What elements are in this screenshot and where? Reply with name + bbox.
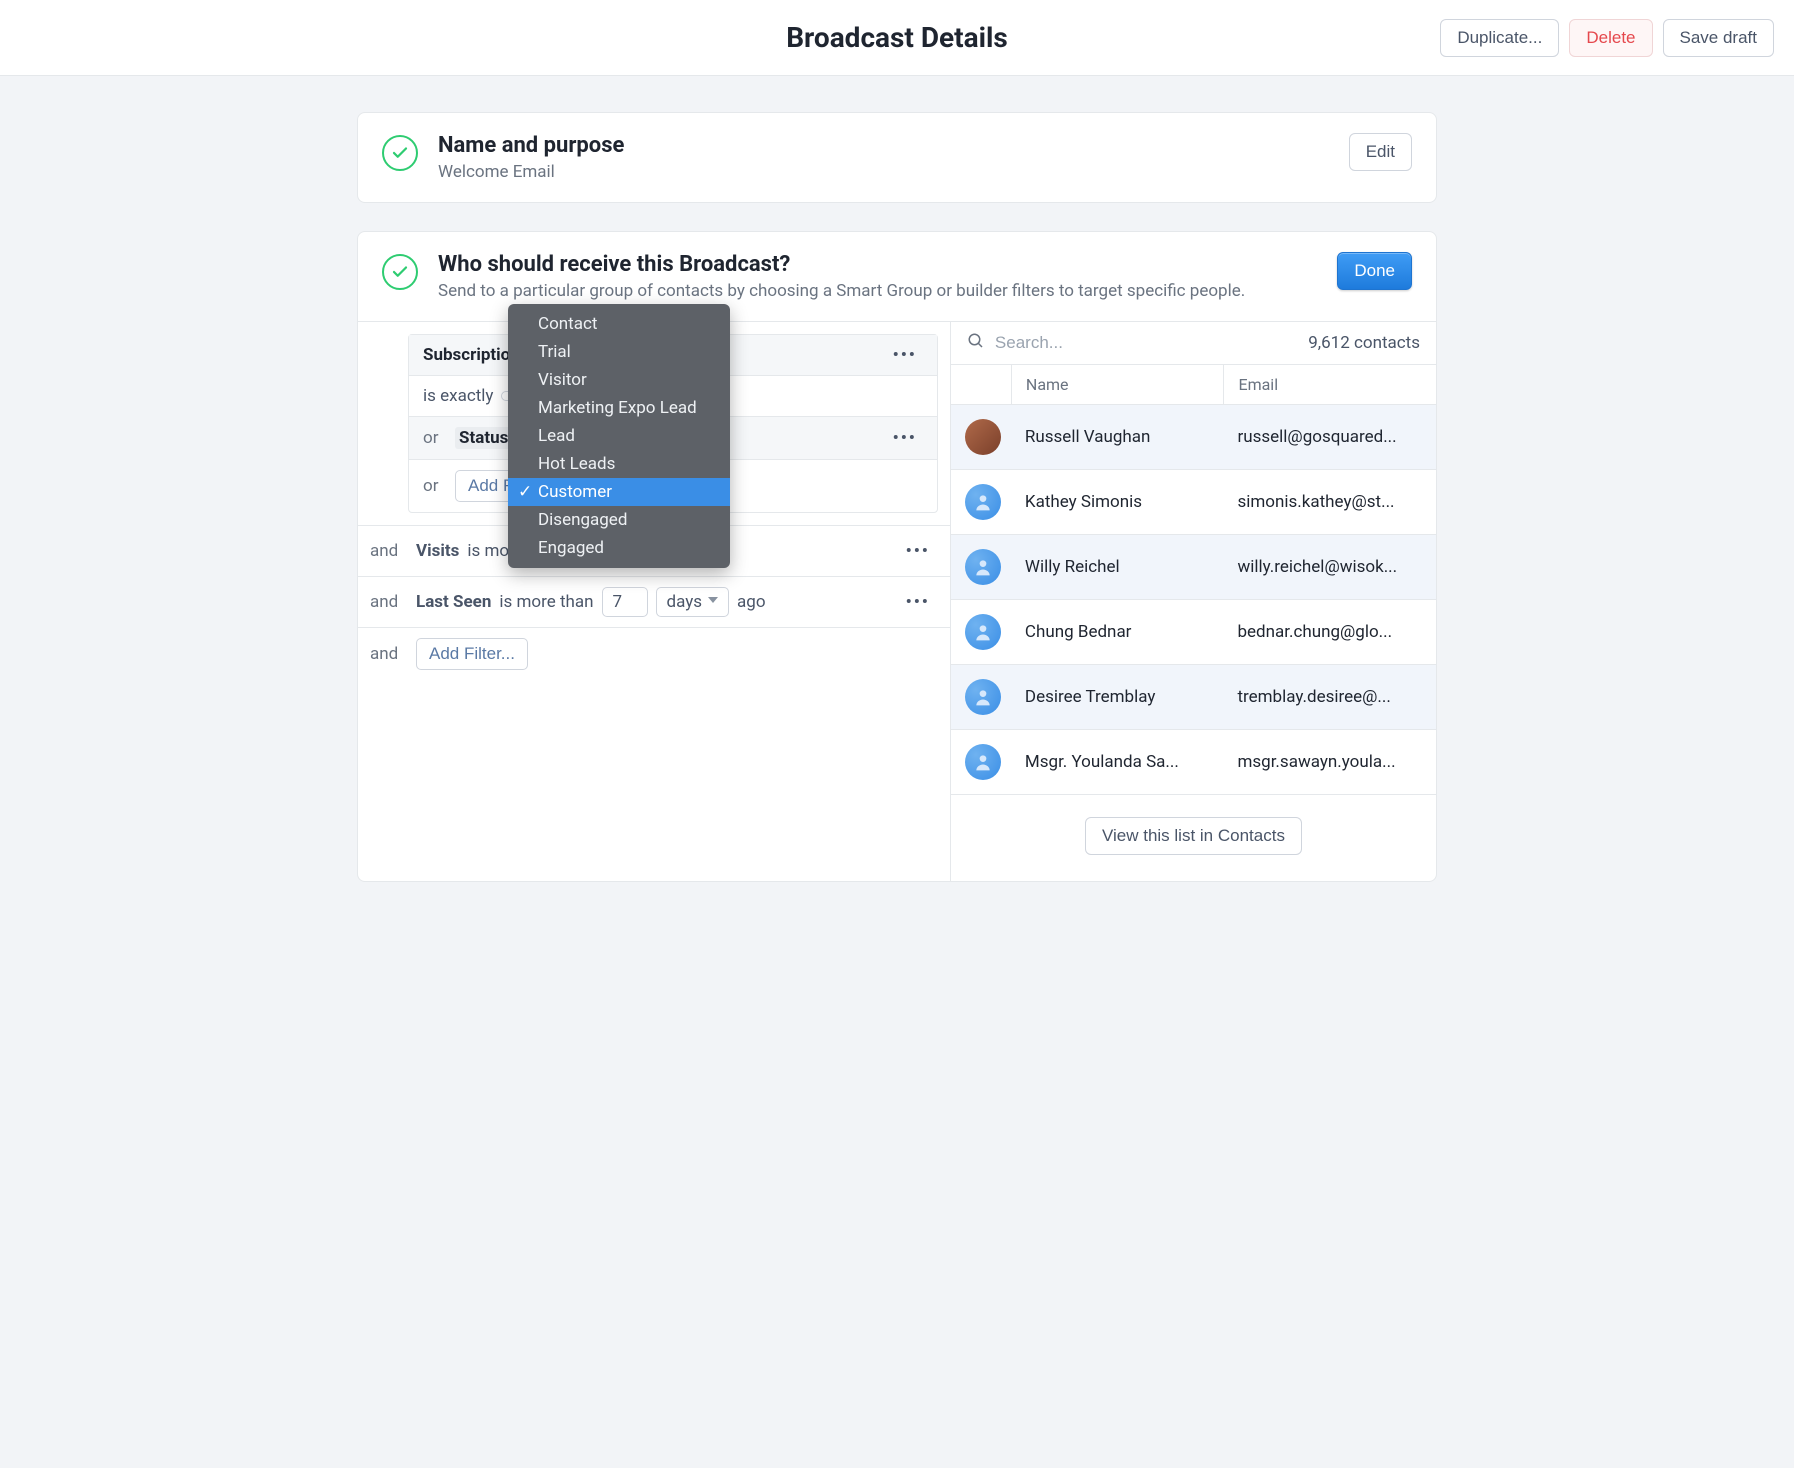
contact-email: russell@gosquared... bbox=[1223, 413, 1436, 461]
avatar bbox=[965, 614, 1001, 650]
recipients-subtitle: Send to a particular group of contacts b… bbox=[438, 281, 1305, 301]
add-filter-button[interactable]: Add Filter... bbox=[416, 638, 528, 670]
view-in-contacts-button[interactable]: View this list in Contacts bbox=[1085, 817, 1302, 855]
contact-name: Willy Reichel bbox=[1011, 543, 1224, 591]
avatar bbox=[965, 549, 1001, 585]
avatar bbox=[965, 484, 1001, 520]
contacts-search-input[interactable] bbox=[995, 333, 1298, 353]
avatar bbox=[965, 744, 1001, 780]
name-purpose-card: Name and purpose Welcome Email Edit bbox=[357, 112, 1437, 203]
dropdown-item[interactable]: Customer bbox=[508, 478, 730, 506]
contact-name: Chung Bednar bbox=[1011, 608, 1224, 656]
contact-name: Msgr. Youlanda Sa... bbox=[1011, 738, 1224, 786]
caret-down-icon bbox=[708, 597, 718, 607]
delete-button[interactable]: Delete bbox=[1569, 19, 1652, 57]
contact-name: Desiree Tremblay bbox=[1011, 673, 1224, 721]
dropdown-item[interactable]: Trial bbox=[508, 338, 730, 366]
filter-field-label: Last Seen bbox=[416, 592, 491, 612]
filter-field-label: Visits bbox=[416, 541, 459, 561]
contact-row[interactable]: Russell Vaughanrussell@gosquared... bbox=[951, 405, 1436, 470]
contact-row[interactable]: Kathey Simonissimonis.kathey@st... bbox=[951, 470, 1436, 535]
check-circle-icon bbox=[382, 135, 418, 171]
or-label: or bbox=[423, 428, 447, 448]
contact-email: msgr.sawayn.youla... bbox=[1223, 738, 1436, 786]
contacts-column: 9,612 contacts Name Email Russell Vaugha… bbox=[951, 322, 1436, 881]
dropdown-item[interactable]: Marketing Expo Lead bbox=[508, 394, 730, 422]
more-icon[interactable]: ••• bbox=[887, 428, 923, 448]
recipients-card: Who should receive this Broadcast? Send … bbox=[357, 231, 1437, 882]
dropdown-item[interactable]: Lead bbox=[508, 422, 730, 450]
col-header-name: Name bbox=[1011, 365, 1224, 404]
filter-operator: is exactly bbox=[423, 386, 493, 406]
and-row-lastseen[interactable]: and Last Seen is more than 7 days ago ••… bbox=[358, 576, 950, 627]
contacts-count: 9,612 contacts bbox=[1308, 333, 1420, 353]
contact-email: bednar.chung@glo... bbox=[1223, 608, 1436, 656]
dropdown-item[interactable]: Contact bbox=[508, 310, 730, 338]
avatar bbox=[965, 419, 1001, 455]
contact-row[interactable]: Msgr. Youlanda Sa...msgr.sawayn.youla... bbox=[951, 730, 1436, 795]
or-label: or bbox=[423, 476, 447, 496]
done-button[interactable]: Done bbox=[1337, 252, 1412, 290]
header-actions: Duplicate... Delete Save draft bbox=[1440, 19, 1774, 57]
check-circle-icon bbox=[382, 254, 418, 290]
contact-row[interactable]: Chung Bednarbednar.chung@glo... bbox=[951, 600, 1436, 665]
contact-name: Russell Vaughan bbox=[1011, 413, 1224, 461]
filter-field-label: Status bbox=[455, 427, 512, 449]
contact-row[interactable]: Willy Reichelwilly.reichel@wisok... bbox=[951, 535, 1436, 600]
and-row-add: and Add Filter... bbox=[358, 627, 950, 680]
duplicate-button[interactable]: Duplicate... bbox=[1440, 19, 1559, 57]
search-icon bbox=[967, 332, 985, 354]
filter-suffix: ago bbox=[737, 592, 766, 612]
save-draft-button[interactable]: Save draft bbox=[1663, 19, 1775, 57]
more-icon[interactable]: ••• bbox=[887, 345, 923, 365]
contacts-header: Name Email bbox=[951, 365, 1436, 405]
and-label: and bbox=[370, 541, 408, 561]
contact-email: simonis.kathey@st... bbox=[1223, 478, 1436, 526]
and-label: and bbox=[370, 592, 408, 612]
contact-name: Kathey Simonis bbox=[1011, 478, 1224, 526]
avatar bbox=[965, 679, 1001, 715]
col-header-email: Email bbox=[1223, 365, 1436, 404]
name-section-subtitle: Welcome Email bbox=[438, 162, 624, 182]
contact-email: willy.reichel@wisok... bbox=[1223, 543, 1436, 591]
dropdown-item[interactable]: Engaged bbox=[508, 534, 730, 562]
dropdown-item[interactable]: Visitor bbox=[508, 366, 730, 394]
dropdown-item[interactable]: Hot Leads bbox=[508, 450, 730, 478]
edit-button[interactable]: Edit bbox=[1349, 133, 1412, 171]
dropdown-item[interactable]: Disengaged bbox=[508, 506, 730, 534]
more-icon[interactable]: ••• bbox=[900, 592, 936, 612]
filter-value-input[interactable]: 7 bbox=[602, 587, 648, 617]
name-section-title: Name and purpose bbox=[438, 133, 624, 158]
status-dropdown[interactable]: ContactTrialVisitorMarketing Expo LeadLe… bbox=[508, 304, 730, 568]
filter-unit-select[interactable]: days bbox=[656, 587, 730, 617]
filter-operator: is more than bbox=[499, 592, 593, 612]
filter-field-label: Subscription bbox=[423, 345, 520, 365]
contact-row[interactable]: Desiree Tremblaytremblay.desiree@... bbox=[951, 665, 1436, 730]
page-title: Broadcast Details bbox=[786, 21, 1008, 54]
recipients-title: Who should receive this Broadcast? bbox=[438, 252, 1305, 277]
contact-email: tremblay.desiree@... bbox=[1223, 673, 1436, 721]
contacts-search-bar: 9,612 contacts bbox=[951, 322, 1436, 365]
app-header: Broadcast Details Duplicate... Delete Sa… bbox=[0, 0, 1794, 76]
more-icon[interactable]: ••• bbox=[900, 541, 936, 561]
and-label: and bbox=[370, 644, 408, 664]
